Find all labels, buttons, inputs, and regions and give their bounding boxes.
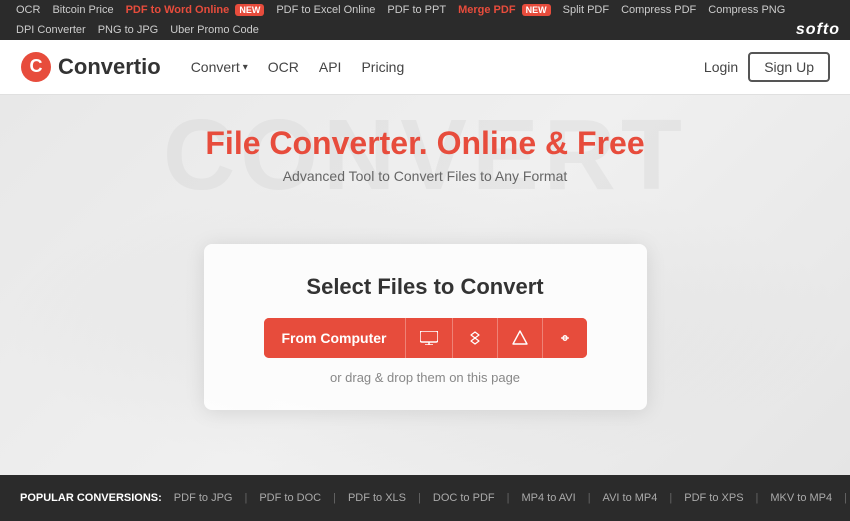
chevron-down-icon: ▾ <box>243 62 248 73</box>
footer-link-1[interactable]: PDF to DOC <box>259 492 321 504</box>
hero-subtitle: Advanced Tool to Convert Files to Any Fo… <box>283 168 568 184</box>
monitor-icon <box>420 331 438 345</box>
footer-sep-6: | <box>756 492 759 504</box>
monitor-icon-button[interactable] <box>406 318 452 358</box>
main-nav: C Convertio Convert ▾ OCR API Pricing Lo… <box>0 40 850 95</box>
signup-button[interactable]: Sign Up <box>748 52 830 82</box>
footer-sep-0: | <box>244 492 247 504</box>
gdrive-icon <box>512 330 528 346</box>
logo[interactable]: C Convertio <box>20 51 161 83</box>
logo-icon: C <box>20 51 52 83</box>
nav-ocr[interactable]: OCR <box>268 59 299 75</box>
dropbox-icon-button[interactable] <box>453 318 497 358</box>
nav-actions: Login Sign Up <box>704 52 830 82</box>
badge-new-pdf-word: NEW <box>235 4 264 16</box>
hero-section: CONVERT File Converter. Online & Free Ad… <box>0 95 850 475</box>
top-bar: OCR Bitcoin Price PDF to Word Online NEW… <box>0 0 850 40</box>
main-nav-links: Convert ▾ OCR API Pricing <box>191 59 704 75</box>
footer-sep-2: | <box>418 492 421 504</box>
drag-drop-text: or drag & drop them on this page <box>330 370 520 385</box>
nav-convert[interactable]: Convert ▾ <box>191 59 248 75</box>
svg-text:C: C <box>30 56 43 76</box>
dropbox-icon <box>467 330 483 346</box>
topbar-link-uber[interactable]: Uber Promo Code <box>164 20 265 40</box>
logo-text: Convertio <box>58 54 161 80</box>
nav-api[interactable]: API <box>319 59 342 75</box>
footer-link-2[interactable]: PDF to XLS <box>348 492 406 504</box>
login-button[interactable]: Login <box>704 59 738 75</box>
footer: POPULAR CONVERSIONS: PDF to JPG | PDF to… <box>0 475 850 521</box>
topbar-link-compress-pdf[interactable]: Compress PDF <box>615 0 702 20</box>
footer-sep-4: | <box>588 492 591 504</box>
footer-link-4[interactable]: MP4 to AVI <box>521 492 575 504</box>
topbar-link-split-pdf[interactable]: Split PDF <box>557 0 615 20</box>
topbar-link-merge-pdf[interactable]: Merge PDF NEW <box>452 0 557 20</box>
from-computer-label: From Computer <box>282 330 387 346</box>
footer-sep-5: | <box>669 492 672 504</box>
footer-link-3[interactable]: DOC to PDF <box>433 492 495 504</box>
footer-popular-label: POPULAR CONVERSIONS: <box>20 492 162 504</box>
upload-area: Select Files to Convert From Computer <box>204 244 647 410</box>
topbar-link-bitcoin[interactable]: Bitcoin Price <box>46 0 119 20</box>
footer-link-0[interactable]: PDF to JPG <box>174 492 233 504</box>
topbar-brand: softo <box>796 21 840 39</box>
nav-pricing[interactable]: Pricing <box>361 59 404 75</box>
link-icon-button[interactable] <box>543 318 587 358</box>
topbar-link-compress-png[interactable]: Compress PNG <box>702 0 791 20</box>
topbar-link-pdf-ppt[interactable]: PDF to PPT <box>381 0 452 20</box>
topbar-link-dpi[interactable]: DPI Converter <box>10 20 92 40</box>
badge-new-merge: NEW <box>522 4 551 16</box>
footer-sep-3: | <box>507 492 510 504</box>
gdrive-icon-button[interactable] <box>498 318 542 358</box>
footer-link-7[interactable]: MKV to MP4 <box>770 492 832 504</box>
footer-link-6[interactable]: PDF to XPS <box>684 492 743 504</box>
link-icon <box>557 330 573 346</box>
footer-sep-1: | <box>333 492 336 504</box>
footer-sep-7: | <box>844 492 847 504</box>
topbar-link-png-jpg[interactable]: PNG to JPG <box>92 20 165 40</box>
topbar-link-ocr[interactable]: OCR <box>10 0 46 20</box>
hero-title: File Converter. Online & Free <box>205 125 644 162</box>
topbar-link-pdf-excel[interactable]: PDF to Excel Online <box>270 0 381 20</box>
topbar-link-pdf-word[interactable]: PDF to Word Online NEW <box>120 0 271 20</box>
footer-link-5[interactable]: AVI to MP4 <box>603 492 658 504</box>
select-files-title: Select Files to Convert <box>306 274 543 300</box>
upload-btn-row: From Computer <box>264 318 587 358</box>
from-computer-button[interactable]: From Computer <box>264 318 405 358</box>
